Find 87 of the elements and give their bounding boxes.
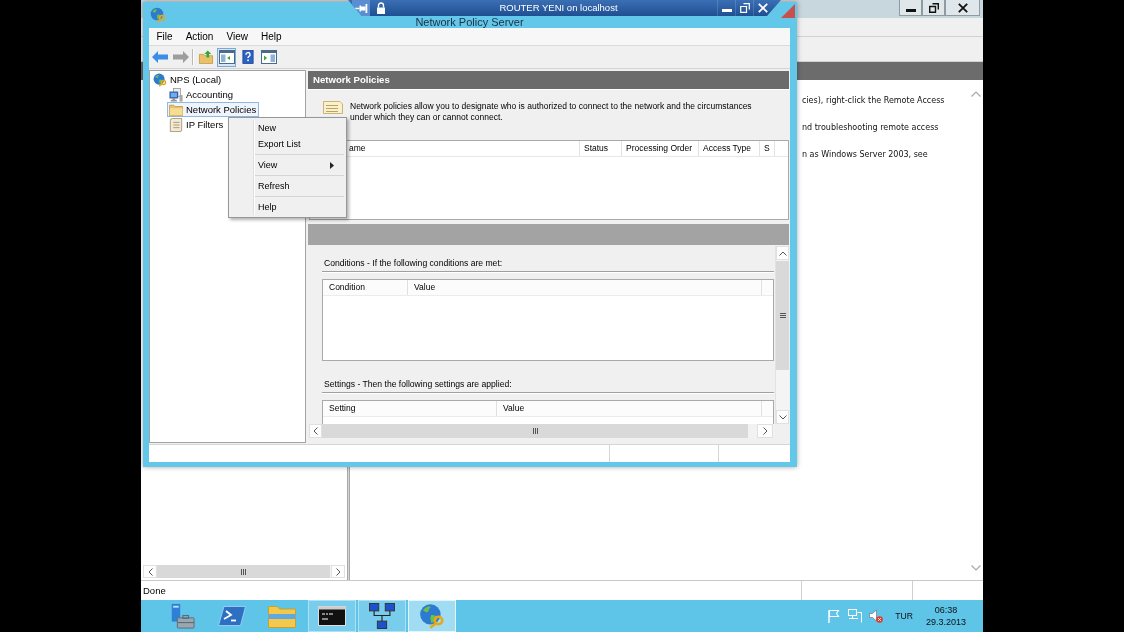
grip-icon <box>241 568 246 575</box>
window-title: Network Policy Server <box>415 16 524 28</box>
minimize-button[interactable] <box>899 0 922 16</box>
arrow-right-icon <box>172 50 189 64</box>
section-heading: Conditions - If the following conditions are met: <box>323 258 503 269</box>
chevron-left-icon <box>313 427 318 435</box>
globe-key-icon <box>153 72 167 87</box>
help-text: cies), right-click the Remote Access <box>802 95 945 107</box>
minimize-icon <box>721 9 732 12</box>
column-header[interactable]: Value <box>408 280 762 295</box>
restore-button[interactable] <box>922 0 945 16</box>
tree-item[interactable]: Network Policies <box>167 102 260 117</box>
language-indicator[interactable]: TUR <box>895 610 913 622</box>
window-panes-icon <box>260 50 277 64</box>
tree-item[interactable]: NPS (Local) <box>151 72 225 87</box>
column-header[interactable]: Value <box>497 401 762 416</box>
nps-button[interactable] <box>408 600 456 632</box>
restore-icon <box>739 3 750 13</box>
close-icon <box>757 3 768 13</box>
flag-icon[interactable] <box>827 609 842 623</box>
column-header[interactable]: ame <box>348 141 580 156</box>
vertical-scrollbar[interactable] <box>775 246 789 424</box>
note-icon <box>323 101 343 114</box>
restore-icon <box>928 2 939 13</box>
chevron-right-icon <box>762 427 768 435</box>
clock-date[interactable]: 29.3.2013 <box>925 616 966 628</box>
speaker-icon[interactable] <box>869 609 884 623</box>
close-button[interactable] <box>945 0 980 16</box>
globe-key-icon <box>418 603 446 629</box>
command-prompt-button[interactable] <box>308 600 356 632</box>
globe-key-icon <box>150 7 166 23</box>
connection-title: ROUTER YENI on localhost <box>499 2 618 14</box>
scroll-up-button[interactable] <box>776 246 789 260</box>
section-heading: Settings - Then the following settings are applied: <box>323 379 512 390</box>
chevron-right-icon <box>335 567 341 576</box>
menu-item[interactable]: Action <box>179 29 220 44</box>
grip-icon <box>779 313 786 318</box>
help-text: n as Windows Server 2003, see <box>802 149 928 161</box>
menu-item[interactable]: Help <box>231 199 344 215</box>
network-computers-icon <box>368 603 396 629</box>
network-status-icon[interactable] <box>848 609 863 623</box>
tree-item[interactable]: Accounting <box>167 87 236 102</box>
help-text: nd troubleshooting remote access <box>802 122 939 134</box>
column-header[interactable]: Setting <box>323 401 497 416</box>
folder-icon <box>169 102 183 117</box>
console-tree-button[interactable] <box>217 47 236 67</box>
monitor-icon <box>169 87 183 102</box>
scroll-down-button[interactable] <box>776 410 789 424</box>
menu-item[interactable]: Export List <box>231 136 344 152</box>
scroll-left-button[interactable] <box>309 424 322 438</box>
console-window-icon <box>318 603 346 629</box>
scrollbar-thumb[interactable] <box>776 261 789 370</box>
folder-icon <box>268 603 296 629</box>
pane-header: Network Policies <box>308 71 789 89</box>
menu-item[interactable]: View <box>219 29 255 44</box>
arrow-left-icon <box>151 50 168 64</box>
panel-icon <box>218 50 235 64</box>
scroll-icon <box>169 117 183 132</box>
close-icon <box>957 2 968 13</box>
description-text: Network policies allow you to designate who is authorized to connect to the network and the circumstances under which they can or cannot connect. <box>350 101 753 124</box>
menu-item[interactable]: New <box>231 120 344 136</box>
scroll-right-button[interactable] <box>757 424 773 438</box>
status-text: Done <box>143 584 166 597</box>
pin-icon <box>354 3 368 13</box>
submenu-arrow-icon <box>330 161 334 169</box>
network-button[interactable] <box>358 600 406 632</box>
menu-item[interactable]: Refresh <box>231 178 344 194</box>
action-pane-button[interactable] <box>259 47 278 67</box>
folder-up-icon <box>197 50 214 64</box>
column-header[interactable]: Condition <box>323 280 408 295</box>
clock-time[interactable]: 06:38 <box>934 604 958 616</box>
grip-icon <box>532 428 538 434</box>
chevron-down-icon <box>971 565 981 571</box>
chevron-up-icon <box>971 91 981 97</box>
lock-icon <box>376 2 386 14</box>
scroll-right-button[interactable] <box>331 565 345 578</box>
terminal-icon <box>218 603 246 629</box>
help-icon <box>239 50 256 64</box>
tree-item[interactable]: IP Filters <box>167 117 227 132</box>
chevron-down-icon <box>778 414 787 420</box>
menu-item[interactable]: Help <box>254 29 288 44</box>
chevron-left-icon <box>147 567 153 576</box>
minimize-icon <box>905 8 916 12</box>
menu-item[interactable]: View <box>231 157 344 173</box>
chevron-up-icon <box>778 250 787 256</box>
scroll-left-button[interactable] <box>143 565 157 578</box>
menu-item[interactable]: File <box>150 29 180 44</box>
